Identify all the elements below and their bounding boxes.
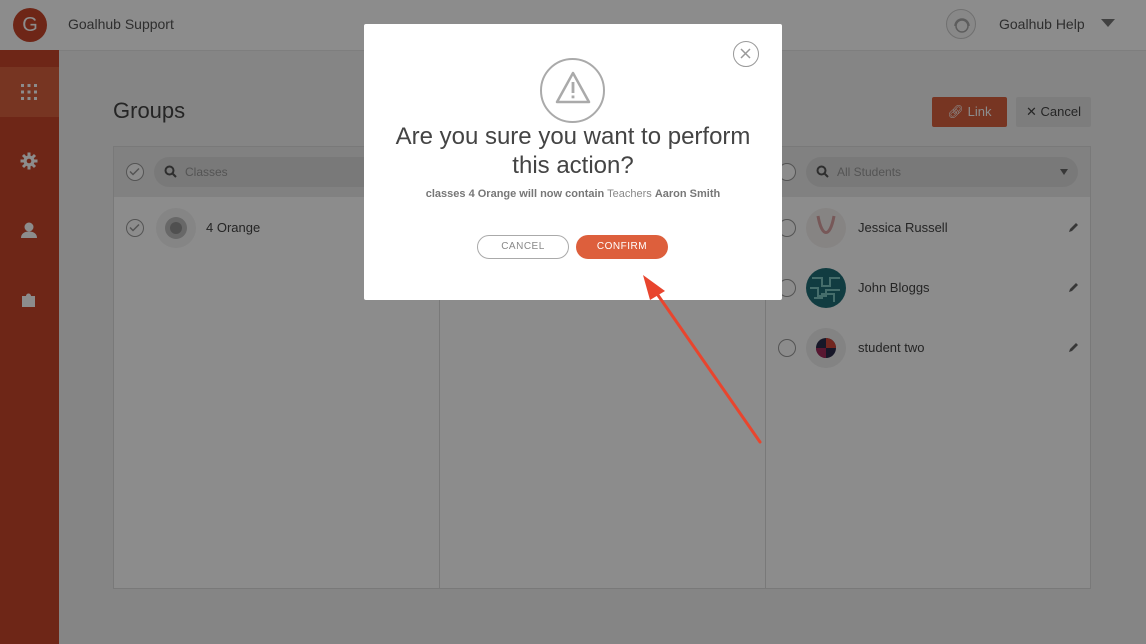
annotation-arrow bbox=[643, 275, 762, 444]
